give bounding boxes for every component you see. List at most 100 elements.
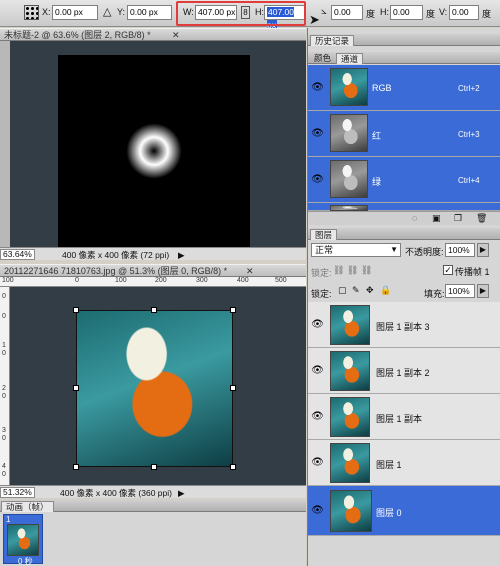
eye-icon[interactable]: 👁 bbox=[311, 82, 324, 94]
x-field[interactable]: 0.00 px bbox=[52, 5, 98, 20]
vskew-label: V: bbox=[439, 7, 448, 17]
vskew-field[interactable]: 0.00 bbox=[449, 5, 479, 20]
transform-handle[interactable] bbox=[151, 307, 157, 313]
doc2-status-arrow-icon[interactable]: ▶ bbox=[178, 487, 185, 499]
doc2-horizontal-ruler: 100 0 100 200 300 400 500 bbox=[0, 277, 306, 287]
channels-tab[interactable]: 通道 bbox=[336, 53, 364, 64]
hskew-field[interactable]: 0.00 bbox=[390, 5, 423, 20]
frame-number: 1 bbox=[6, 515, 11, 524]
ruler-h-label: 200 bbox=[155, 277, 167, 284]
channel-name: RGB bbox=[372, 83, 392, 93]
relative-position-icon[interactable]: △ bbox=[103, 5, 111, 18]
layer-row[interactable]: 👁 图层 1 bbox=[308, 440, 500, 486]
opacity-label: 不透明度: bbox=[405, 247, 444, 257]
hskew-unit: 度 bbox=[426, 9, 436, 19]
animation-frame[interactable]: 1 0 秒 bbox=[3, 514, 43, 566]
blend-mode-value: 正常 bbox=[315, 245, 334, 255]
eye-icon[interactable]: 👁 bbox=[311, 174, 324, 186]
transform-handle[interactable] bbox=[230, 385, 236, 391]
animation-tab[interactable]: 动画（帧） bbox=[1, 501, 54, 512]
ruler-h-label: 100 bbox=[2, 277, 14, 284]
doc2-zoom[interactable]: 51.32% bbox=[0, 487, 35, 498]
lock-transparent-icon[interactable]: ▢ bbox=[338, 285, 347, 296]
channel-shortcut: Ctrl+2 bbox=[458, 84, 480, 93]
new-channel-icon[interactable]: ❐ bbox=[454, 213, 462, 224]
doc1-zoom[interactable]: 63.64% bbox=[0, 249, 35, 260]
doc2-canvas-area[interactable] bbox=[10, 287, 306, 485]
doc1-canvas-area[interactable] bbox=[0, 41, 306, 247]
doc2-status-bar: 51.32% 400 像素 x 400 像素 (360 ppi) ▶ bbox=[0, 485, 306, 498]
doc1-status-bar: 63.64% 400 像素 x 400 像素 (72 ppi) ▶ bbox=[0, 247, 306, 260]
delete-channel-icon[interactable]: 🗑 bbox=[476, 213, 487, 224]
eye-icon[interactable]: 👁 bbox=[311, 505, 324, 517]
opacity-arrow-icon[interactable]: ▶ bbox=[477, 243, 489, 257]
layer-row[interactable]: 👁 图层 1 副本 bbox=[308, 394, 500, 440]
options-bar: X: 0.00 px △ Y: 0.00 px W: 407.00 px 8 H… bbox=[0, 0, 500, 30]
rotation-unit: 度 bbox=[366, 9, 376, 19]
ruler-v-label: 0 bbox=[2, 393, 6, 400]
rotate-icon: ⦣ bbox=[321, 6, 327, 17]
channel-row-rgb[interactable]: 👁 RGB Ctrl+2 bbox=[308, 65, 500, 111]
lock-all-icon[interactable]: 🔒 bbox=[380, 285, 391, 296]
lock-position-icon[interactable]: ✥ bbox=[366, 285, 374, 296]
propagate-frame-checkbox[interactable]: ✓ bbox=[443, 265, 453, 275]
load-channel-selection-icon[interactable]: ◌ bbox=[412, 213, 417, 223]
frame-thumbnail bbox=[7, 524, 39, 556]
propagate-label: 传播帧 1 bbox=[455, 267, 490, 277]
fill-field[interactable]: 100% bbox=[445, 284, 475, 298]
unify-icons[interactable]: ⛓ ⛓ ⛓ bbox=[333, 265, 372, 276]
ruler-v-label: 0 bbox=[2, 471, 6, 478]
fill-arrow-icon[interactable]: ▶ bbox=[477, 284, 489, 298]
opacity-field[interactable]: 100% bbox=[445, 243, 475, 257]
ruler-v-label: 0 bbox=[2, 293, 6, 300]
transform-handle[interactable] bbox=[230, 307, 236, 313]
transform-handle[interactable] bbox=[73, 464, 79, 470]
reference-point-icon[interactable] bbox=[24, 5, 39, 20]
doc1-info: 400 像素 x 400 像素 (72 ppi) bbox=[62, 250, 170, 260]
frame-time[interactable]: 0 秒 bbox=[18, 556, 33, 566]
doc1-status-arrow-icon[interactable]: ▶ bbox=[178, 249, 185, 261]
save-selection-icon[interactable]: ▣ bbox=[432, 213, 441, 224]
layer-thumbnail bbox=[330, 397, 370, 437]
layer-thumbnail bbox=[330, 351, 370, 391]
eye-icon[interactable]: 👁 bbox=[311, 365, 324, 377]
doc1-title: 未标题-2 @ 63.6% (图层 2, RGB/8) * bbox=[4, 30, 151, 40]
layer-row[interactable]: 👁 图层 1 副本 3 bbox=[308, 302, 500, 348]
eye-icon[interactable]: 👁 bbox=[311, 319, 324, 331]
channel-thumbnail bbox=[330, 68, 368, 106]
doc1-tab[interactable]: 未标题-2 @ 63.6% (图层 2, RGB/8) * ✕ bbox=[0, 28, 306, 41]
layers-tab[interactable]: 图层 bbox=[310, 229, 338, 240]
eye-icon[interactable]: 👁 bbox=[311, 411, 324, 423]
history-tab[interactable]: 历史记录 bbox=[310, 35, 355, 46]
channel-row-partial[interactable] bbox=[308, 203, 500, 211]
ruler-v-label: 2 bbox=[2, 385, 6, 392]
doc2-tab[interactable]: 20112271646 71810763.jpg @ 51.3% (图层 0, … bbox=[0, 264, 306, 277]
layer-name: 图层 1 副本 bbox=[376, 414, 423, 424]
close-icon[interactable]: ✕ bbox=[172, 29, 180, 40]
eye-icon[interactable]: 👁 bbox=[311, 457, 324, 469]
channel-thumbnail bbox=[330, 160, 368, 198]
eye-icon[interactable]: 👁 bbox=[311, 128, 324, 140]
layer-row-selected[interactable]: 👁 图层 0 bbox=[308, 486, 500, 536]
transform-handle[interactable] bbox=[73, 307, 79, 313]
channel-name: 绿 bbox=[372, 177, 382, 187]
blend-mode-select[interactable]: 正常 ▼ bbox=[311, 243, 401, 257]
transform-bounding-box[interactable] bbox=[76, 310, 233, 467]
transform-handle[interactable] bbox=[151, 464, 157, 470]
rotation-field[interactable]: 0.00 bbox=[331, 5, 363, 20]
channel-thumbnail bbox=[330, 114, 368, 152]
transform-handle[interactable] bbox=[230, 464, 236, 470]
y-label: Y: bbox=[117, 7, 126, 17]
fill-label: 填充: bbox=[424, 289, 445, 299]
layer-row[interactable]: 👁 图层 1 副本 2 bbox=[308, 348, 500, 394]
x-label: X: bbox=[42, 7, 51, 17]
lock-brush-icon[interactable]: ✎ bbox=[352, 285, 360, 296]
opacity-value: 100% bbox=[448, 245, 470, 255]
close-icon[interactable]: ✕ bbox=[246, 265, 254, 276]
y-field[interactable]: 0.00 px bbox=[127, 5, 172, 20]
channel-row-green[interactable]: 👁 绿 Ctrl+4 bbox=[308, 157, 500, 203]
layer-thumbnail bbox=[330, 490, 372, 532]
color-tab[interactable]: 颜色 bbox=[310, 53, 335, 64]
channel-row-red[interactable]: 👁 红 Ctrl+3 bbox=[308, 111, 500, 157]
transform-handle[interactable] bbox=[73, 385, 79, 391]
